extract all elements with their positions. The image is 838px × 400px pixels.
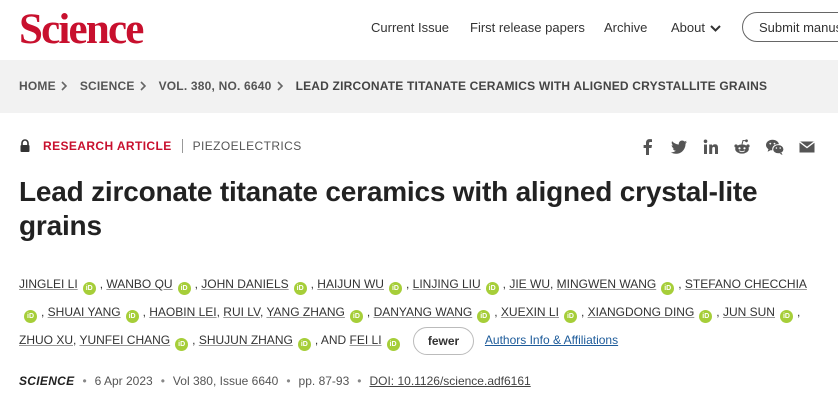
page-range: pp. 87-93 [298, 374, 350, 388]
breadcrumb: HOME SCIENCE VOL. 380, NO. 6640 LEAD ZIR… [19, 79, 767, 93]
author-name[interactable]: XIANGDONG DING [588, 305, 695, 319]
author-name[interactable]: FEI LI [350, 333, 382, 347]
reddit-icon[interactable] [733, 138, 751, 156]
volume-issue[interactable]: Vol 380, Issue 6640 [173, 374, 278, 388]
breadcrumb-volume[interactable]: VOL. 380, NO. 6640 [159, 79, 272, 93]
chevron-right-icon [61, 81, 75, 91]
chevron-right-icon [276, 81, 291, 91]
meta-divider [181, 139, 183, 153]
lock-icon [20, 139, 30, 152]
authors-affiliations-link[interactable]: Authors Info & Affiliations [485, 333, 618, 347]
orcid-icon[interactable]: iD [175, 338, 189, 351]
orcid-icon[interactable]: iD [485, 282, 499, 295]
separator-dot: • [286, 374, 291, 388]
orcid-icon[interactable]: iD [24, 310, 37, 323]
orcid-icon[interactable]: iD [297, 338, 311, 351]
linkedin-icon[interactable] [702, 138, 720, 156]
author-name[interactable]: YANG ZHANG [266, 305, 344, 319]
author-name[interactable]: SHUAI YANG [48, 305, 121, 319]
orcid-icon[interactable]: iD [661, 282, 675, 295]
author-name[interactable]: STEFANO CHECCHIA [685, 277, 807, 291]
breadcrumb-home[interactable]: HOME [19, 79, 56, 93]
orcid-icon[interactable]: iD [386, 338, 400, 351]
author-name[interactable]: DANYANG WANG [374, 305, 473, 319]
orcid-icon[interactable]: iD [125, 310, 139, 323]
orcid-icon[interactable]: iD [349, 310, 363, 323]
nav-archive[interactable]: Archive [604, 20, 647, 36]
twitter-icon[interactable] [670, 138, 688, 156]
author-name[interactable]: HAIJUN WU [317, 277, 384, 291]
author-name[interactable]: ZHUO XU [19, 333, 73, 347]
facebook-icon[interactable] [639, 138, 657, 156]
separator-dot: • [357, 374, 362, 388]
breadcrumb-current: LEAD ZIRCONATE TITANATE CERAMICS WITH AL… [295, 79, 768, 93]
site-header: Science Current Issue First release pape… [0, 0, 838, 60]
author-name[interactable]: YUNFEI CHANG [79, 333, 170, 347]
article-subject[interactable]: PIEZOELECTRICS [193, 139, 302, 153]
author-name[interactable]: JIE WU [509, 277, 550, 291]
breadcrumb-science[interactable]: SCIENCE [80, 79, 135, 93]
author-name[interactable]: WANBO QU [106, 277, 172, 291]
science-logo[interactable]: Science [19, 7, 144, 52]
orcid-icon[interactable]: iD [388, 282, 402, 295]
orcid-icon[interactable]: iD [293, 282, 307, 295]
nav-first-release[interactable]: First release papers [470, 20, 585, 36]
article-meta: RESEARCH ARTICLE PIEZOELECTRICS [19, 139, 302, 153]
nav-about[interactable]: About [671, 20, 721, 36]
orcid-icon[interactable]: iD [563, 310, 577, 323]
author-name[interactable]: LINJING LIU [413, 277, 481, 291]
orcid-icon[interactable]: iD [477, 310, 491, 323]
separator-dot: • [160, 374, 165, 388]
author-name[interactable]: MINGWEN WANG [557, 277, 657, 291]
wechat-icon[interactable] [765, 138, 785, 156]
citation-line: SCIENCE • 6 Apr 2023 • Vol 380, Issue 66… [19, 374, 531, 388]
chevron-down-icon [710, 24, 721, 32]
doi-link[interactable]: DOI: 10.1126/science.adf6161 [369, 374, 530, 388]
orcid-icon[interactable]: iD [779, 310, 793, 323]
email-icon[interactable] [798, 138, 816, 156]
orcid-icon[interactable]: iD [82, 282, 96, 295]
article-type[interactable]: RESEARCH ARTICLE [43, 139, 172, 153]
orcid-icon[interactable]: iD [699, 310, 713, 323]
and-text: , AND [314, 333, 347, 347]
separator-dot: • [82, 374, 87, 388]
fewer-authors-button[interactable]: fewer [412, 326, 475, 355]
orcid-icon[interactable]: iD [177, 282, 191, 295]
author-name[interactable]: RUI LV [223, 305, 260, 319]
publication-date: 6 Apr 2023 [94, 374, 153, 388]
author-name[interactable]: XUEXIN LI [501, 305, 559, 319]
author-name[interactable]: JOHN DANIELS [201, 277, 288, 291]
chevron-right-icon [139, 81, 154, 91]
author-list: JINGLEI LI iD, WANBO QU iD, JOHN DANIELS iD… [19, 270, 819, 355]
nav-current-issue[interactable]: Current Issue [371, 20, 449, 36]
breadcrumb-bar: HOME SCIENCE VOL. 380, NO. 6640 LEAD ZIR… [0, 60, 838, 113]
author-name[interactable]: JUN SUN [723, 305, 775, 319]
journal-name[interactable]: SCIENCE [19, 374, 74, 388]
nav-about-label: About [671, 20, 705, 35]
author-name[interactable]: JINGLEI LI [19, 277, 78, 291]
submit-manuscript-button[interactable]: Submit manuscript [742, 12, 838, 42]
author-name[interactable]: SHUJUN ZHANG [199, 333, 293, 347]
article-title: Lead zirconate titanate ceramics with al… [19, 176, 758, 241]
author-name[interactable]: HAOBIN LEI [149, 305, 216, 319]
